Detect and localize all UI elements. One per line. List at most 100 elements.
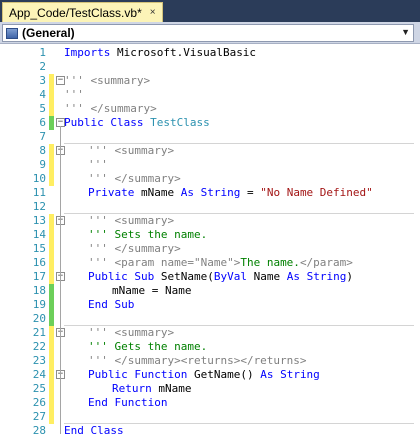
code-text: mName = Name [112, 284, 191, 298]
unsaved-change-marker [49, 340, 54, 354]
code-line[interactable]: 6− Public Class TestClass [0, 116, 420, 130]
code-line[interactable]: 4 ''' [0, 88, 420, 102]
code-token: ) [346, 270, 353, 283]
code-token: The name. [240, 256, 300, 269]
tab-testclass-vb[interactable]: App_Code/TestClass.vb* × [2, 2, 163, 22]
region-separator [64, 423, 414, 424]
code-text: ''' <summary> [88, 144, 174, 158]
code-line[interactable]: 26 End Function [0, 396, 420, 410]
code-line[interactable]: 25 Return mName [0, 382, 420, 396]
code-line[interactable]: 11 Private mName As String = "No Name Def… [0, 186, 420, 200]
code-token: TestClass [150, 116, 210, 129]
code-text: ''' </summary> [64, 102, 157, 116]
line-number: 1 [39, 46, 46, 59]
unsaved-change-marker [49, 270, 54, 284]
unsaved-change-marker [49, 214, 54, 228]
code-token: Microsoft.VisualBasic [110, 46, 257, 59]
code-line[interactable]: 18 mName = Name [0, 284, 420, 298]
code-token: Public Sub [88, 270, 155, 283]
code-editor[interactable]: 1 Imports Microsoft.VisualBasic 2 3− ''' <su… [0, 44, 420, 437]
code-line[interactable]: 1 Imports Microsoft.VisualBasic [0, 46, 420, 60]
code-line[interactable]: 7 [0, 130, 420, 144]
line-number: 24 [32, 368, 46, 381]
line-number: 5 [39, 102, 46, 115]
line-number: 19 [32, 298, 46, 311]
code-line[interactable]: 8− ''' <summary> [0, 144, 420, 158]
code-line[interactable]: 13− ''' <summary> [0, 214, 420, 228]
unsaved-change-marker [49, 172, 54, 186]
line-number: 23 [32, 354, 46, 367]
code-text: End Class [64, 424, 124, 438]
document-tab-strip: App_Code/TestClass.vb* × [0, 0, 420, 22]
code-token: End Function [88, 396, 168, 409]
close-icon[interactable]: × [150, 7, 156, 18]
line-number: 8 [39, 144, 46, 157]
line-number: 25 [32, 382, 46, 395]
line-number: 2 [39, 60, 46, 73]
saved-change-marker [49, 312, 54, 326]
code-line[interactable]: 23 ''' </summary><returns></returns> [0, 354, 420, 368]
code-line[interactable]: 10 ''' </summary> [0, 172, 420, 186]
line-number: 7 [39, 130, 46, 143]
code-line[interactable]: 3− ''' <summary> [0, 74, 420, 88]
unsaved-change-marker [49, 368, 54, 382]
code-text: ''' Gets the name. [88, 340, 207, 354]
code-line[interactable]: 12 [0, 200, 420, 214]
code-token: ''' Sets the name. [88, 228, 208, 241]
code-text: End Function [88, 396, 167, 410]
code-token: ''' Gets the name. [88, 340, 208, 353]
unsaved-change-marker [49, 382, 54, 396]
line-number: 17 [32, 270, 46, 283]
code-token: "No Name Defined" [260, 186, 373, 199]
code-line[interactable]: 14 ''' Sets the name. [0, 228, 420, 242]
code-token: ByVal [213, 270, 247, 283]
code-token: As String [260, 368, 320, 381]
code-text: Private mName As String = "No Name Defin… [88, 186, 373, 200]
tab-title: App_Code/TestClass.vb* [9, 5, 142, 20]
line-number: 27 [32, 410, 46, 423]
code-line[interactable]: 19 End Sub [0, 298, 420, 312]
code-line[interactable]: 17− Public Sub SetName(ByVal Name As Stri… [0, 270, 420, 284]
code-line[interactable]: 24− Public Function GetName() As String [0, 368, 420, 382]
line-number: 14 [32, 228, 46, 241]
code-token: ''' </summary><returns></returns> [88, 354, 307, 367]
code-token: As String [180, 186, 241, 199]
line-number: 12 [32, 200, 46, 213]
line-number: 16 [32, 256, 46, 269]
code-token: SetName( [154, 270, 214, 283]
code-token: ''' [64, 88, 84, 101]
line-number: 4 [39, 88, 46, 101]
saved-change-marker [49, 298, 54, 312]
code-line[interactable]: 20 [0, 312, 420, 326]
code-line[interactable]: 21− ''' <summary> [0, 326, 420, 340]
line-number: 6 [39, 116, 46, 129]
code-line[interactable]: 15 ''' </summary> [0, 242, 420, 256]
code-token: </param> [299, 256, 353, 269]
code-token: = [240, 186, 261, 199]
code-token: mName [134, 186, 181, 199]
code-token: ''' <summary> [88, 214, 175, 227]
code-line[interactable]: 16 ''' <param name="Name">The name.</para… [0, 256, 420, 270]
code-line[interactable]: 27 [0, 410, 420, 424]
saved-change-marker [49, 116, 54, 130]
unsaved-change-marker [49, 396, 54, 410]
code-line[interactable]: 22 ''' Gets the name. [0, 340, 420, 354]
line-number: 20 [32, 312, 46, 325]
code-text: ''' <param name="Name">The name.</param> [88, 256, 353, 270]
class-dropdown[interactable]: (General) ▼ [2, 24, 414, 42]
saved-change-marker [49, 284, 54, 298]
unsaved-change-marker [49, 228, 54, 242]
line-number: 26 [32, 396, 46, 409]
code-text: Public Sub SetName(ByVal Name As String) [88, 270, 353, 284]
code-line[interactable]: 28 End Class [0, 424, 420, 438]
chevron-down-icon[interactable]: ▼ [401, 27, 410, 37]
code-token: End Class [64, 424, 124, 437]
code-line[interactable]: 5 ''' </summary> [0, 102, 420, 116]
code-line[interactable]: 2 [0, 60, 420, 74]
code-token: ''' <summary> [64, 74, 151, 87]
code-line[interactable]: 9 ''' [0, 158, 420, 172]
code-token: As String [286, 270, 347, 283]
navigation-bar: (General) ▼ [0, 22, 420, 44]
region-separator [64, 213, 414, 214]
code-text: ''' [64, 88, 84, 102]
